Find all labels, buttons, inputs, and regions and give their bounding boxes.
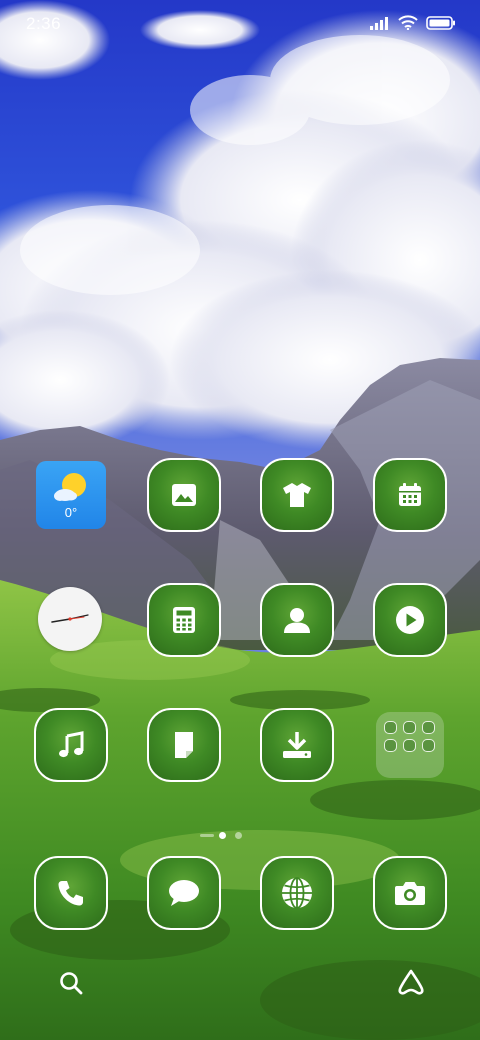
messages-app[interactable] <box>147 856 221 930</box>
notes-icon <box>175 732 193 758</box>
calculator-icon <box>173 607 195 633</box>
phone-icon <box>58 881 83 906</box>
messages-icon <box>169 880 199 906</box>
wifi-icon <box>398 15 418 30</box>
cellular-signal-icon <box>370 16 388 30</box>
folder-mini-icon <box>422 721 435 734</box>
browser-globe-icon <box>282 877 312 909</box>
phone-app[interactable] <box>34 856 108 930</box>
video-play-icon <box>396 606 424 634</box>
calculator-app[interactable] <box>147 583 221 657</box>
browser-app[interactable] <box>260 856 334 930</box>
folder-mini-icon <box>384 739 397 752</box>
battery-icon <box>426 15 455 30</box>
folder-mini-icon <box>403 721 416 734</box>
music-note-icon <box>59 731 84 758</box>
page-dot <box>200 834 214 837</box>
weather-widget[interactable]: 0° <box>36 461 106 529</box>
assistant-icon[interactable] <box>396 968 426 996</box>
analog-clock-icon <box>51 614 89 623</box>
page-dot-active <box>219 832 226 839</box>
download-icon <box>283 732 311 758</box>
themes-app[interactable] <box>260 458 334 532</box>
contacts-app[interactable] <box>260 583 334 657</box>
calendar-icon <box>399 483 421 506</box>
folder-mini-icon <box>384 721 397 734</box>
page-indicator[interactable] <box>0 830 480 840</box>
downloads-app[interactable] <box>260 708 334 782</box>
video-app[interactable] <box>373 583 447 657</box>
folder-mini-icon <box>422 739 435 752</box>
weather-temperature: 0° <box>64 505 78 520</box>
page-dot <box>235 832 242 839</box>
clock-widget[interactable] <box>38 587 102 651</box>
theme-shirt-icon <box>283 483 311 507</box>
gallery-app[interactable] <box>147 458 221 532</box>
app-folder[interactable] <box>376 712 444 778</box>
search-icon[interactable] <box>58 970 84 996</box>
camera-app[interactable] <box>373 856 447 930</box>
status-icons <box>370 15 456 30</box>
camera-icon <box>395 882 425 905</box>
partly-cloudy-icon <box>54 473 86 501</box>
gallery-icon <box>172 484 196 506</box>
status-bar: 2:36 <box>0 0 480 50</box>
calendar-app[interactable] <box>373 458 447 532</box>
contacts-icon <box>284 608 310 633</box>
music-app[interactable] <box>34 708 108 782</box>
folder-mini-icon <box>403 739 416 752</box>
status-time: 2:36 <box>26 14 62 33</box>
notes-app[interactable] <box>147 708 221 782</box>
